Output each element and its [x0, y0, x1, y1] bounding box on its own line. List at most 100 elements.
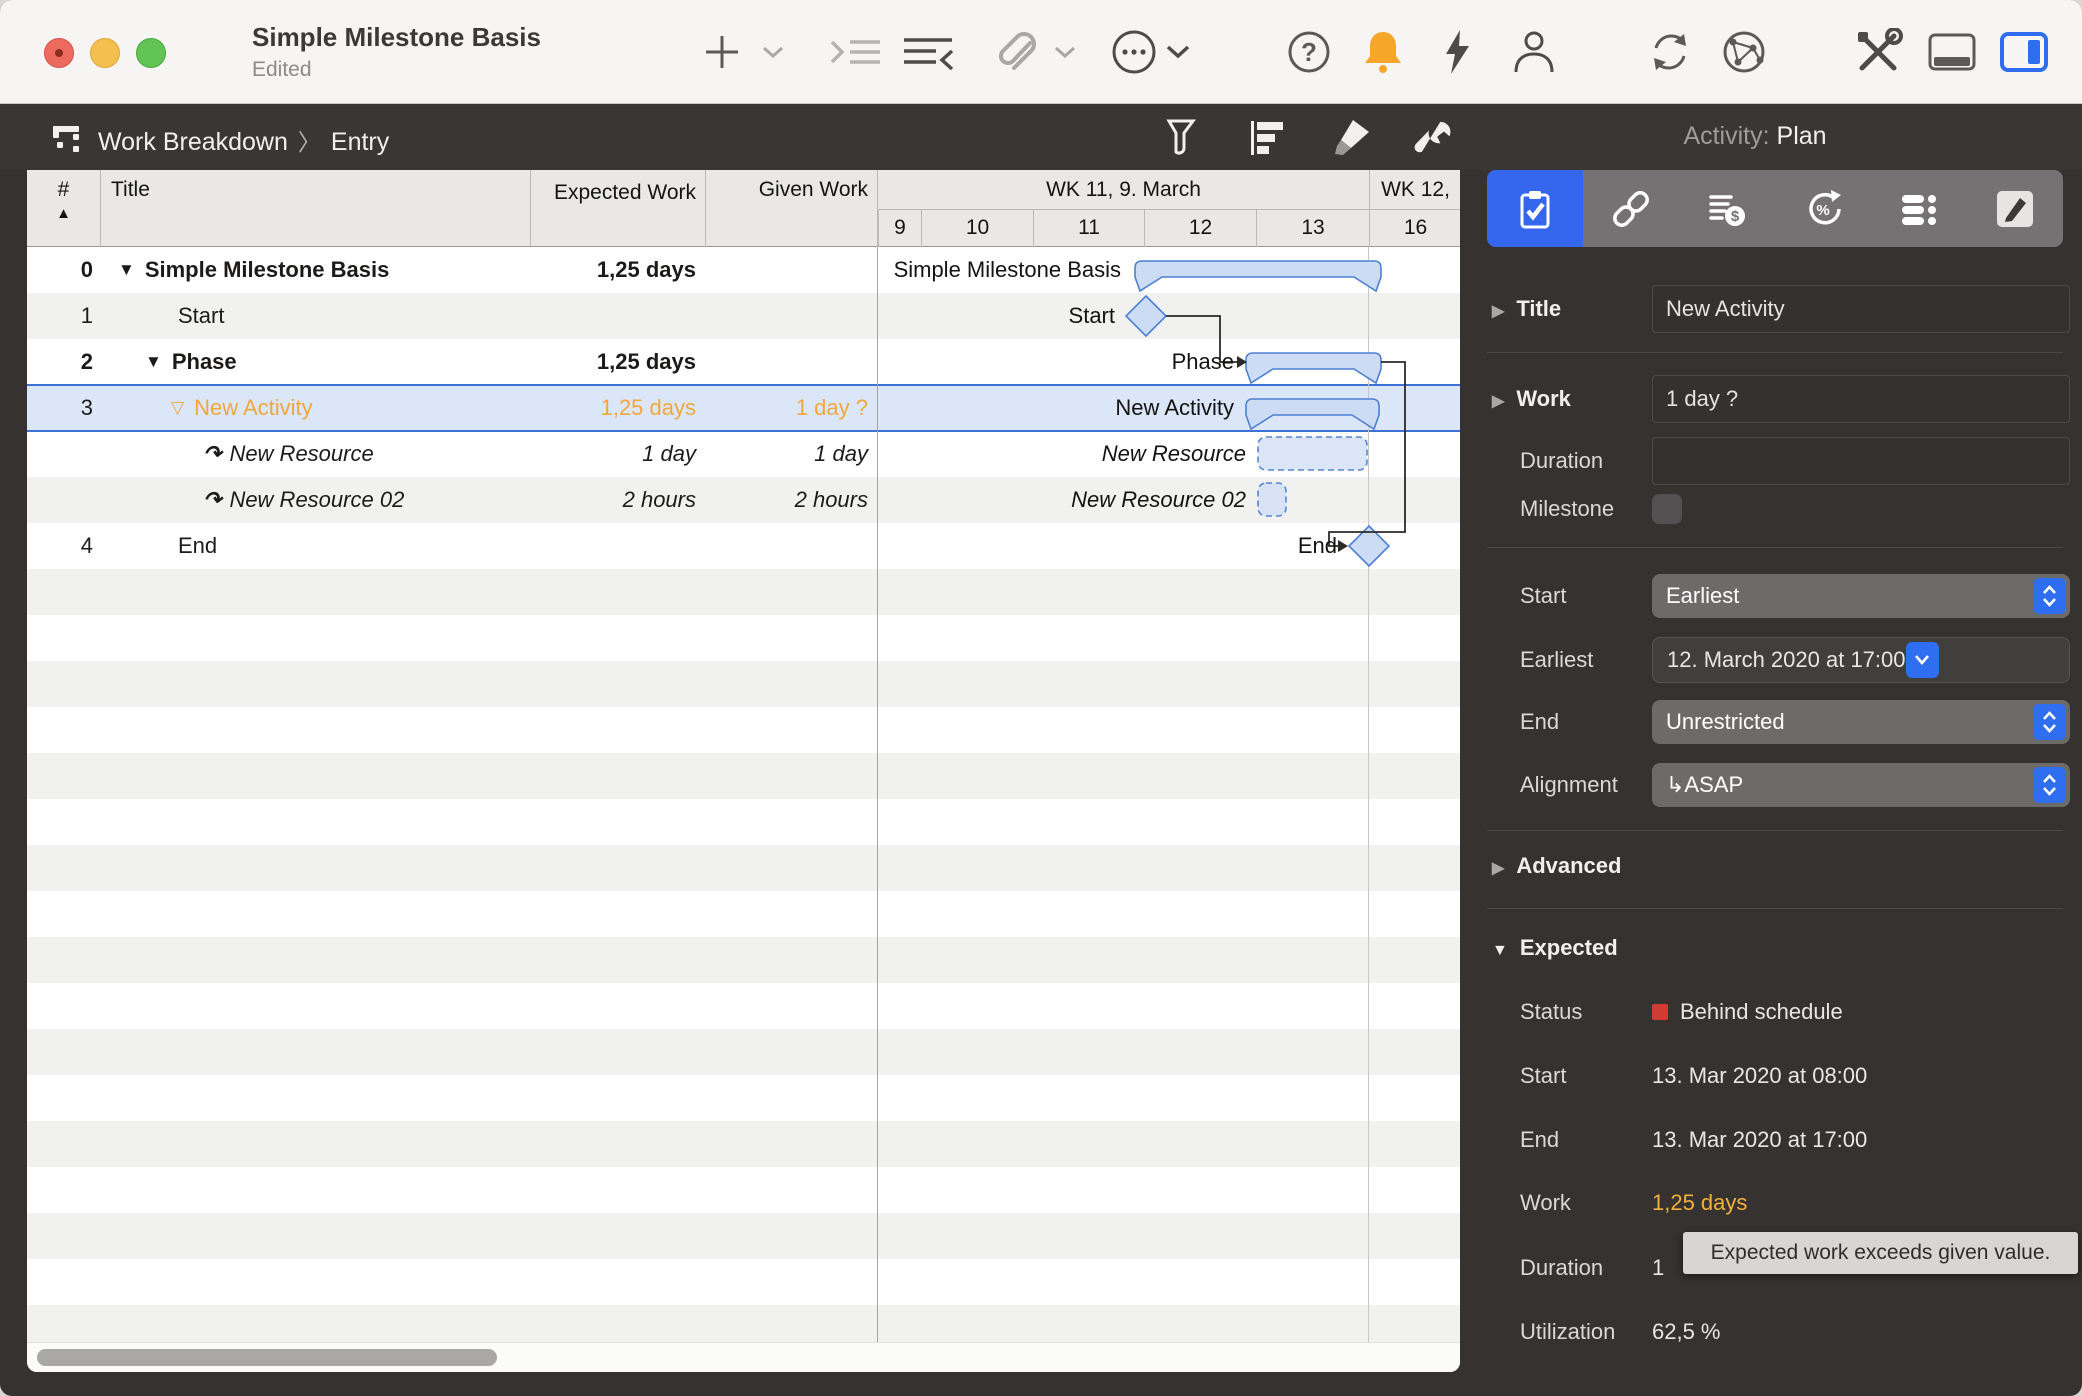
bottom-panel-icon[interactable]: [1928, 28, 1976, 76]
divider: [1487, 908, 2063, 909]
work-section-label[interactable]: ▶Work: [1492, 386, 1652, 412]
tools-icon[interactable]: [1852, 28, 1904, 76]
tab-progress[interactable]: %: [1775, 170, 1871, 247]
tab-links[interactable]: [1583, 170, 1679, 247]
style-brush-icon[interactable]: [1326, 115, 1376, 161]
assignment-bar-new-resource-02: [1258, 483, 1286, 516]
milestone-checkbox[interactable]: [1652, 494, 1682, 524]
disclosure-triangle-icon[interactable]: ▶: [1492, 860, 1504, 877]
notifications-bell-icon[interactable]: [1360, 28, 1406, 76]
week-header-11[interactable]: WK 11, 9. March: [878, 170, 1369, 210]
title-section-label[interactable]: ▶Title: [1492, 296, 1652, 322]
help-icon[interactable]: ?: [1286, 28, 1332, 76]
milestone-label: Milestone: [1492, 496, 1652, 522]
dropdown-chevron-icon[interactable]: [1906, 642, 1939, 678]
document-edited-status: Edited: [252, 58, 312, 82]
outdent-icon[interactable]: [900, 28, 956, 76]
window-title: Simple Milestone Basis: [252, 22, 541, 53]
timeline-header[interactable]: WK 11, 9. March WK 12, 9 10 11 12 13 16: [877, 170, 1460, 247]
day-header-13[interactable]: 13: [1256, 210, 1369, 247]
column-header-expected-work[interactable]: Expected Work: [530, 170, 705, 247]
sort-ascending-icon[interactable]: ▲: [27, 205, 100, 222]
disclosure-triangle-icon[interactable]: ▶: [1492, 303, 1504, 320]
inspector-header-label: Activity:: [1683, 122, 1769, 150]
tab-resources[interactable]: [1871, 170, 1967, 247]
divider: [1487, 830, 2063, 831]
expected-utilization-row: Utilization 62,5 %: [1492, 1314, 2070, 1350]
day-header-11[interactable]: 11: [1033, 210, 1144, 247]
tab-cost[interactable]: $: [1679, 170, 1775, 247]
settings-wrench-icon[interactable]: [1408, 115, 1458, 161]
column-header-given-work[interactable]: Given Work: [705, 170, 877, 247]
indent-icon[interactable]: [828, 28, 884, 76]
tab-style[interactable]: [1967, 170, 2063, 247]
alignment-label: Alignment: [1492, 772, 1652, 798]
gantt-label: End: [1017, 523, 1337, 569]
person-icon[interactable]: [1510, 28, 1558, 76]
attachment-icon[interactable]: [988, 28, 1040, 76]
gantt-label: Start: [795, 293, 1115, 339]
breadcrumb-tab[interactable]: Entry: [331, 128, 389, 156]
summary-bar-phase: [1246, 353, 1381, 383]
attachment-chevron-icon[interactable]: [1052, 28, 1078, 76]
breadcrumb-view[interactable]: Work Breakdown: [98, 128, 288, 156]
network-icon[interactable]: [1720, 28, 1768, 76]
day-header-9[interactable]: 9: [878, 210, 921, 247]
earliest-date-field[interactable]: 12. March 2020 at 17:00: [1652, 637, 2070, 683]
expected-section[interactable]: ▼Expected: [1492, 930, 2070, 966]
expected-end-label: End: [1492, 1127, 1652, 1153]
horizontal-scrollbar[interactable]: [27, 1342, 1460, 1372]
title-input[interactable]: New Activity: [1652, 285, 2070, 333]
alignment-popup[interactable]: ↳ASAP: [1652, 763, 2070, 807]
field-row-earliest: Earliest 12. March 2020 at 17:00: [1492, 637, 2070, 683]
zoom-button[interactable]: [136, 38, 166, 68]
work-input[interactable]: 1 day ?: [1652, 375, 2070, 423]
grouping-icon[interactable]: [1242, 115, 1292, 161]
expected-section-label[interactable]: ▼Expected: [1492, 935, 1652, 961]
add-icon[interactable]: [700, 28, 744, 76]
right-panel-icon[interactable]: [2000, 28, 2048, 76]
column-header-title[interactable]: Title: [100, 170, 530, 247]
svg-text:%: %: [1816, 202, 1829, 219]
stepper-icon[interactable]: [2033, 704, 2066, 740]
expected-duration-label: Duration: [1492, 1255, 1652, 1281]
title-bar: Simple Milestone Basis Edited ?: [0, 0, 2082, 104]
scrollbar-thumb[interactable]: [37, 1349, 497, 1366]
day-header-10[interactable]: 10: [921, 210, 1033, 247]
svg-text:?: ?: [1301, 37, 1317, 67]
duration-input[interactable]: [1652, 437, 2070, 485]
start-popup[interactable]: Earliest: [1652, 574, 2070, 618]
disclosure-triangle-icon[interactable]: ▼: [1492, 942, 1508, 959]
lightning-icon[interactable]: [1438, 28, 1478, 76]
breadcrumb-separator-icon: 〉: [298, 129, 321, 155]
add-chevron-icon[interactable]: [760, 28, 786, 76]
gantt-chart: [27, 247, 1460, 1343]
end-label: End: [1492, 709, 1652, 735]
day-header-12[interactable]: 12: [1144, 210, 1256, 247]
column-header-number[interactable]: # ▲: [27, 170, 100, 247]
minimize-button[interactable]: [90, 38, 120, 68]
tab-plan[interactable]: [1487, 170, 1583, 247]
stepper-icon[interactable]: [2033, 578, 2066, 614]
stepper-icon[interactable]: [2033, 767, 2066, 803]
field-row-start: Start Earliest: [1492, 574, 2070, 618]
filter-icon[interactable]: [1158, 115, 1208, 161]
view-bar: Work Breakdown〉Entry Activity: Plan: [0, 105, 2082, 170]
status-label: Status: [1492, 999, 1652, 1025]
advanced-section-label[interactable]: ▶Advanced: [1492, 853, 1652, 879]
expected-end-row: End 13. Mar 2020 at 17:00: [1492, 1122, 2070, 1158]
end-popup[interactable]: Unrestricted: [1652, 700, 2070, 744]
close-button[interactable]: [44, 38, 74, 68]
day-header-16[interactable]: 16: [1369, 210, 1460, 247]
expected-work-row: Work 1,25 days: [1492, 1185, 2070, 1221]
more-chevron-icon[interactable]: [1164, 28, 1192, 76]
more-actions-icon[interactable]: [1108, 28, 1160, 76]
earliest-label: Earliest: [1492, 647, 1652, 673]
duration-label: Duration: [1492, 448, 1652, 474]
week-header-12[interactable]: WK 12,: [1369, 170, 1460, 210]
breadcrumb[interactable]: Work Breakdown 〉 Entry: [98, 123, 389, 157]
disclosure-triangle-icon[interactable]: ▶: [1492, 393, 1504, 410]
outline-gantt-view: # ▲ Title Expected Work Given Work WK 11…: [27, 170, 1460, 1372]
sync-icon[interactable]: [1646, 28, 1694, 76]
advanced-section[interactable]: ▶Advanced: [1492, 848, 2070, 884]
